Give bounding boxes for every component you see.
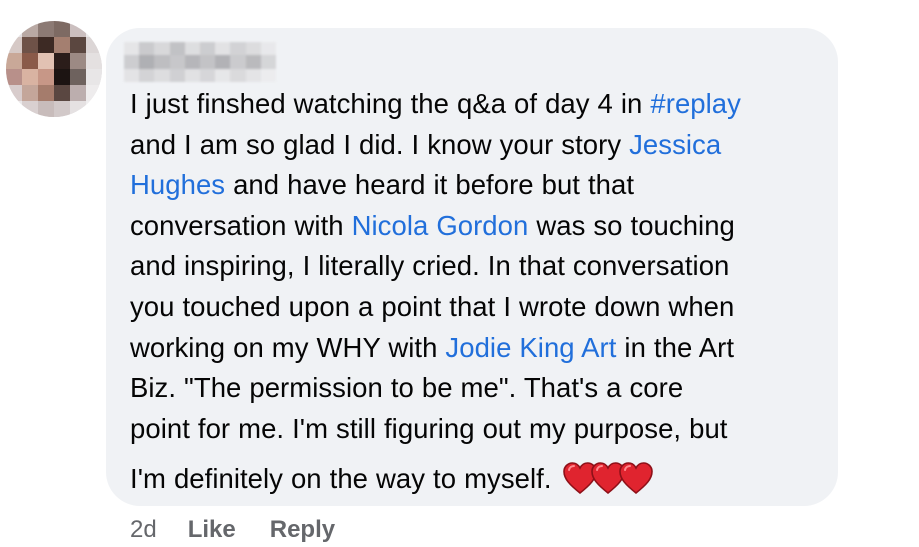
comment-text-segment: in the Art: [616, 331, 735, 363]
comment-actions: 2d Like Reply: [130, 514, 335, 546]
emoji-group: [562, 461, 653, 495]
comment-line: I just finshed watching the q&a of day 4…: [130, 84, 830, 125]
comment-text-segment: was so touching: [528, 209, 735, 241]
comment-line: and inspiring, I literally cried. In tha…: [130, 246, 830, 287]
comment-text-segment: and have heard it before but that: [225, 169, 635, 201]
comment-text-segment: and inspiring, I literally cried. In tha…: [130, 250, 730, 282]
comment-line: you touched upon a point that I wrote do…: [130, 287, 830, 328]
reply-button[interactable]: Reply: [270, 514, 335, 546]
comment-text-segment: working on my WHY with: [130, 331, 446, 363]
comment-bubble: I just finshed watching the q&a of day 4…: [106, 28, 838, 506]
comment-text-segment: conversation with: [130, 209, 352, 241]
heart-icon: [618, 462, 653, 495]
comment-text-segment: point for me. I'm still figuring out my …: [130, 412, 728, 444]
comment-line: Biz. "The permission to be me". That's a…: [130, 368, 830, 409]
comment-line: I'm definitely on the way to myself.: [130, 459, 830, 500]
comment-text-segment: I'm definitely on the way to myself.: [130, 463, 552, 495]
comment-text: I just finshed watching the q&a of day 4…: [130, 84, 830, 500]
like-button[interactable]: Like: [188, 514, 236, 546]
mention-link[interactable]: Jodie King Art: [445, 332, 616, 363]
comment-text-segment: and I am so glad I did. I know your stor…: [130, 128, 630, 160]
mention-link[interactable]: Nicola Gordon: [352, 210, 529, 241]
comment-line: Hughes and have heard it before but that: [130, 165, 830, 206]
comment-text-segment: you touched upon a point that I wrote do…: [130, 290, 735, 322]
comment-line: and I am so glad I did. I know your stor…: [130, 125, 830, 166]
mention-link[interactable]: Jessica: [629, 129, 721, 160]
comment-line: point for me. I'm still figuring out my …: [130, 409, 830, 450]
avatar[interactable]: [6, 21, 102, 117]
comment-text-segment: I just finshed watching the q&a of day 4…: [130, 88, 651, 119]
comment-line: working on my WHY with Jodie King Art in…: [130, 328, 830, 369]
comment-line: conversation with Nicola Gordon was so t…: [130, 206, 830, 247]
hashtag-link[interactable]: #replay: [650, 88, 741, 119]
timestamp[interactable]: 2d: [130, 514, 157, 546]
author-name-blurred[interactable]: [124, 42, 276, 82]
comment-text-segment: Biz. "The permission to be me". That's a…: [130, 372, 684, 404]
mention-link[interactable]: Hughes: [130, 169, 225, 200]
